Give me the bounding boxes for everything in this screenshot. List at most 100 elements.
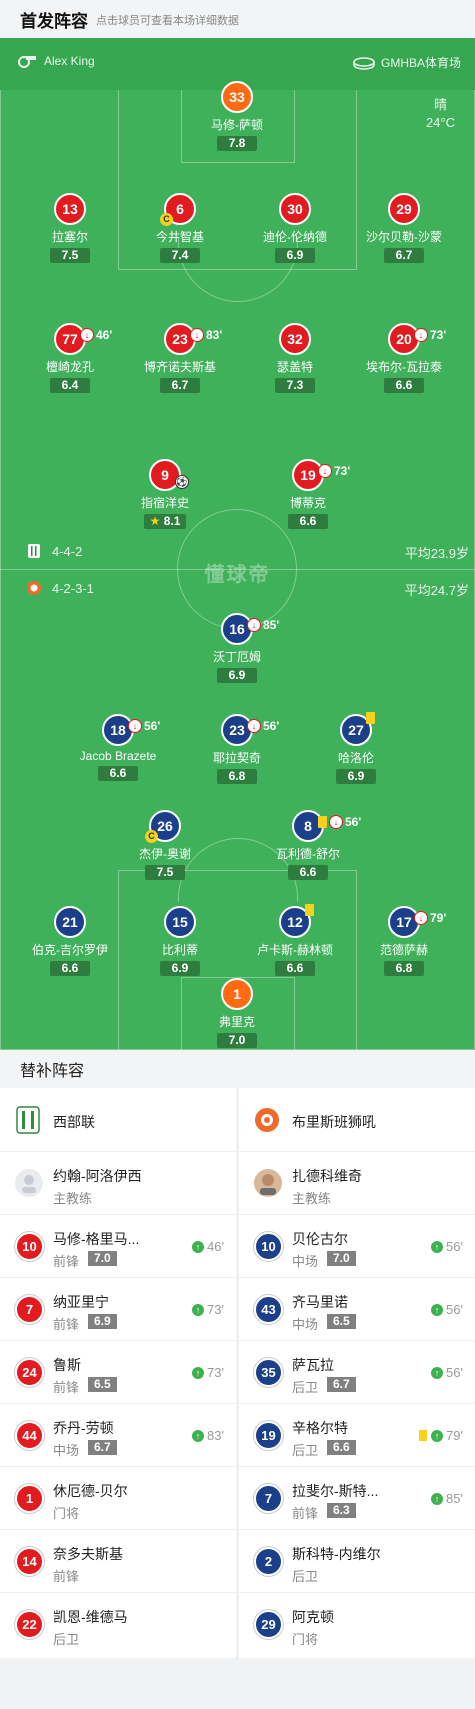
away-player-17[interactable]: 17 ↓ 79' 范德萨赫 6.8 <box>349 906 459 977</box>
list-item[interactable]: 10 马修-格里马... 前锋 7.0 ↑ 46' <box>0 1215 236 1278</box>
player-rating: 6.9 <box>160 961 200 976</box>
substitution-out-icon: ↓ <box>414 911 428 925</box>
away-player-12[interactable]: 12 卢卡斯-赫林顿 6.6 <box>240 904 350 977</box>
player-rating: 6.6 <box>98 766 138 781</box>
player-rating: 6.9 <box>88 1314 117 1329</box>
player-rating: 6.6 <box>288 514 328 529</box>
page-title: 首发阵容 <box>20 11 88 31</box>
away-player-8[interactable]: 8 ↓ 56' 瓦利德-舒尔 6.6 <box>253 810 363 881</box>
person-icon <box>22 1175 36 1193</box>
home-player-20[interactable]: 20 ↓ 73' 埃布尔-瓦拉泰 6.6 <box>349 323 459 394</box>
player-rating: 7.0 <box>217 1033 257 1048</box>
list-item[interactable]: 35 萨瓦拉 后卫 6.7 ↑ 56' <box>239 1341 475 1404</box>
substitution-in-icon: ↑ <box>192 1303 205 1316</box>
away-player-15[interactable]: 15 比利蒂 6.9 <box>125 906 235 977</box>
player-rating: 6.6 <box>288 865 328 880</box>
away-team-logo-icon <box>27 581 41 595</box>
list-item[interactable]: 29 阿克顿 门将 <box>239 1593 475 1656</box>
list-item[interactable]: 43 齐马里诺 中场 6.5 ↑ 56' <box>239 1278 475 1341</box>
away-avg-age: 平均24.7岁 <box>404 583 469 598</box>
player-rating: 6.6 <box>275 961 315 976</box>
home-substitutes: 西部联 约翰-阿洛伊西 主教练 10 马修-格里马... 前锋 7.0 ↑ 46'… <box>0 1088 236 1656</box>
captain-badge: C <box>160 213 173 226</box>
away-substitutes: 布里斯班狮吼 扎德科维奇 主教练 10 贝伦古尔 中场 7.0 ↑ 56' 43 … <box>239 1088 475 1656</box>
yellow-card-icon <box>305 904 314 916</box>
away-coach-row[interactable]: 扎德科维奇 主教练 <box>239 1152 475 1215</box>
list-item[interactable]: 10 贝伦古尔 中场 7.0 ↑ 56' <box>239 1215 475 1278</box>
home-player-13[interactable]: 13 拉塞尔 7.5 <box>15 193 125 264</box>
player-rating: 6.9 <box>217 668 257 683</box>
list-item[interactable]: 7 纳亚里宁 前锋 6.9 ↑ 73' <box>0 1278 236 1341</box>
away-player-27[interactable]: 27 哈洛伦 6.9 <box>301 712 411 785</box>
substitution-out-icon: ↓ <box>247 719 261 733</box>
player-rating: 6.5 <box>88 1377 117 1392</box>
player-rating: 6.4 <box>50 378 90 393</box>
home-team-name: 西部联 <box>53 1114 95 1130</box>
list-item[interactable]: 1 休厄德-贝尔 门将 <box>0 1467 236 1530</box>
substitution-out: ↓ 79' <box>414 904 446 932</box>
substitution-in-icon: ↑ <box>431 1492 444 1505</box>
substitution-out-icon: ↓ <box>80 328 94 342</box>
player-rating: 6.6 <box>50 961 90 976</box>
substitution-out: ↓ 85' <box>247 611 279 639</box>
substitution-in-icon: ↑ <box>192 1366 205 1379</box>
substitution-out-icon: ↓ <box>247 618 261 632</box>
list-item[interactable]: 2 斯科特-内维尔 后卫 <box>239 1530 475 1593</box>
home-player-9[interactable]: 9 ⚽ 指宿洋史 ★ 8.1 <box>110 459 220 530</box>
home-coach-row[interactable]: 约翰-阿洛伊西 主教练 <box>0 1152 236 1215</box>
away-player-1[interactable]: 1 弗里克 7.0 <box>182 978 292 1049</box>
coach-role: 主教练 <box>292 1191 332 1206</box>
away-player-23[interactable]: 23 ↓ 56' 耶拉契奇 6.8 <box>182 714 292 785</box>
home-player-77[interactable]: 77 ↓ 46' 檀崎龙孔 6.4 <box>15 323 125 394</box>
whistle-icon <box>18 56 36 68</box>
home-player-23[interactable]: 23 ↓ 83' 博齐诺夫斯基 6.7 <box>125 323 235 394</box>
home-team-row[interactable]: 西部联 <box>0 1088 236 1152</box>
yellow-card-icon <box>366 712 375 724</box>
away-formation: 4-2-3-1 <box>26 580 94 596</box>
player-rating: 7.4 <box>160 248 200 263</box>
home-player-32[interactable]: 32 瑟盖特 7.3 <box>240 323 350 394</box>
player-rating: 6.5 <box>327 1314 356 1329</box>
home-formation: 4-4-2 <box>26 543 82 559</box>
list-item[interactable]: 24 鲁斯 前锋 6.5 ↑ 73' <box>0 1341 236 1404</box>
coach-avatar <box>15 1169 43 1197</box>
substitution-in-icon: ↑ <box>192 1429 205 1442</box>
substitution-out-icon: ↓ <box>128 719 142 733</box>
list-item[interactable]: 44 乔丹-劳顿 中场 6.7 ↑ 83' <box>0 1404 236 1467</box>
home-player-19[interactable]: 19 ↓ 73' 博蒂克 6.6 <box>253 459 363 530</box>
coach-name: 扎德科维奇 <box>292 1168 362 1184</box>
home-player-30[interactable]: 30 迪伦-伦纳德 6.9 <box>240 193 350 264</box>
coach-avatar <box>254 1169 282 1197</box>
home-team-logo-icon <box>28 544 40 558</box>
player-rating: 6.7 <box>327 1377 356 1392</box>
away-player-18[interactable]: 18 ↓ 56' Jacob Brazete 6.6 <box>63 714 173 782</box>
captain-badge: C <box>145 830 158 843</box>
pitch: Alex King GMHBA体育场 晴 24°C 懂球帝 4-4-2 平均23… <box>0 38 475 1050</box>
player-rating: 7.8 <box>217 136 257 151</box>
away-team-logo-icon <box>255 1108 279 1132</box>
away-team-name: 布里斯班狮吼 <box>292 1114 376 1130</box>
venue-name: GMHBA体育场 <box>380 56 461 70</box>
substitution-out: ↓ 83' <box>190 321 222 349</box>
substitution-out-icon: ↓ <box>414 328 428 342</box>
home-player-33[interactable]: 33 马修-萨顿 7.8 <box>182 81 292 152</box>
player-rating: 6.7 <box>384 248 424 263</box>
list-item[interactable]: 7 拉斐尔-斯特... 前锋 6.3 ↑ 85' <box>239 1467 475 1530</box>
away-player-16[interactable]: 16 ↓ 85' 沃丁厄姆 6.9 <box>182 613 292 684</box>
football-icon: ⚽ <box>175 475 189 489</box>
home-player-29[interactable]: 29 沙尔贝勒-沙蒙 6.7 <box>349 193 459 264</box>
away-player-21[interactable]: 21 伯克-吉尔罗伊 6.6 <box>15 906 125 977</box>
list-item[interactable]: 22 凯恩-维德马 后卫 <box>0 1593 236 1656</box>
player-rating: 6.9 <box>275 248 315 263</box>
yellow-card-icon <box>318 816 327 828</box>
home-player-6[interactable]: 6C 今井智基 7.4 <box>125 193 235 264</box>
list-item[interactable]: 14 奈多夫斯基 前锋 <box>0 1530 236 1593</box>
player-rating: 6.3 <box>327 1503 356 1518</box>
player-rating: 6.6 <box>327 1440 356 1455</box>
away-team-row[interactable]: 布里斯班狮吼 <box>239 1088 475 1152</box>
coach-role: 主教练 <box>53 1191 93 1206</box>
referee-info: Alex King <box>16 54 95 68</box>
list-item[interactable]: 19 辛格尔特 后卫 6.6 ↑ 79' <box>239 1404 475 1467</box>
away-player-26[interactable]: 26 C 杰伊-奥谢 7.5 <box>110 810 220 881</box>
home-team-logo-icon <box>16 1106 40 1134</box>
